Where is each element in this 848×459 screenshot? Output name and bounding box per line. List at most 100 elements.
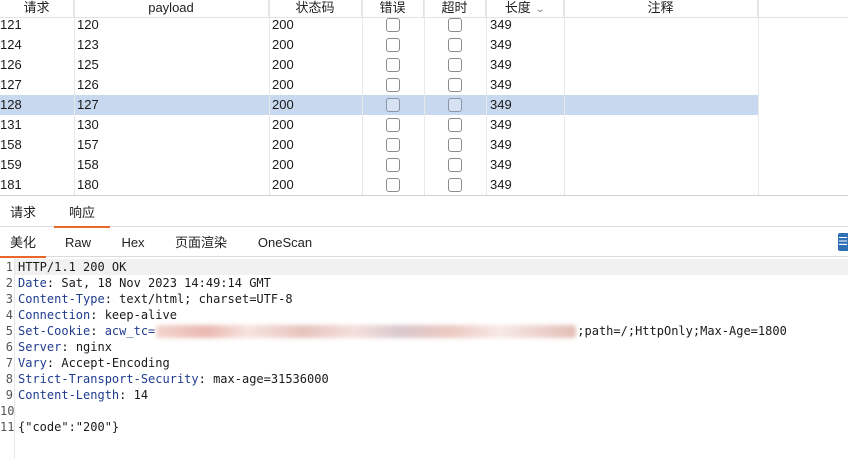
cell-request: 124 bbox=[0, 37, 22, 52]
tab-response[interactable]: 响应 bbox=[54, 201, 110, 228]
checkbox-timeout[interactable] bbox=[448, 58, 462, 72]
code-line: {"code":"200"} bbox=[18, 419, 119, 435]
tab-pretty[interactable]: 美化 bbox=[0, 231, 46, 258]
cell-payload: 157 bbox=[77, 137, 99, 152]
cell-payload: 126 bbox=[77, 77, 99, 92]
results-table: 请求 payload 状态码 错误 超时 长度 ⌄ 注释 121 120 200 349… bbox=[0, 0, 848, 196]
checkbox-error[interactable] bbox=[386, 98, 400, 112]
line-number: 6 bbox=[5, 340, 13, 354]
line-number: 10 bbox=[0, 404, 15, 418]
cell-payload: 127 bbox=[77, 97, 99, 112]
code-line: Set-Cookie: acw_tc= ;path=/;HttpOnly;Max-… bbox=[18, 324, 787, 338]
checkbox-error[interactable] bbox=[386, 158, 400, 172]
header-value: text/html; charset=UTF-8 bbox=[119, 292, 293, 306]
code-line: Vary: Accept-Encoding bbox=[18, 356, 170, 370]
header-value: keep-alive bbox=[104, 308, 177, 322]
line-number: 7 bbox=[5, 356, 13, 370]
checkbox-timeout[interactable] bbox=[448, 158, 462, 172]
header-name: Server bbox=[18, 340, 62, 354]
cell-payload: 158 bbox=[77, 157, 99, 172]
code-line: HTTP/1.1 200 OK bbox=[15, 259, 848, 275]
checkbox-error[interactable] bbox=[386, 38, 400, 52]
column-divider bbox=[486, 0, 487, 196]
cell-status: 200 bbox=[272, 97, 294, 112]
cell-payload: 130 bbox=[77, 117, 99, 132]
cell-payload: 125 bbox=[77, 57, 99, 72]
column-divider bbox=[758, 0, 759, 196]
header-value: max-age=31536000 bbox=[213, 372, 329, 386]
cell-length: 349 bbox=[490, 157, 512, 172]
column-divider bbox=[362, 0, 363, 196]
cell-request: 126 bbox=[0, 57, 22, 72]
tab-hex[interactable]: Hex bbox=[111, 231, 155, 257]
checkbox-timeout[interactable] bbox=[448, 78, 462, 92]
cell-request: 181 bbox=[0, 177, 22, 192]
splitter[interactable] bbox=[0, 195, 848, 196]
checkbox-timeout[interactable] bbox=[448, 118, 462, 132]
cell-length: 349 bbox=[490, 117, 512, 132]
checkbox-error[interactable] bbox=[386, 138, 400, 152]
header-value: 14 bbox=[133, 388, 149, 402]
checkbox-timeout[interactable] bbox=[448, 138, 462, 152]
checkbox-error[interactable] bbox=[386, 178, 400, 192]
cell-length: 349 bbox=[490, 17, 512, 32]
header-name: Vary bbox=[18, 356, 47, 370]
cell-length: 349 bbox=[490, 97, 512, 112]
panel-toggle-icon[interactable]: ☰ bbox=[838, 233, 848, 251]
cell-status: 200 bbox=[272, 157, 294, 172]
row-selection-highlight bbox=[0, 95, 758, 115]
header-name: Strict-Transport-Security bbox=[18, 372, 199, 386]
checkbox-error[interactable] bbox=[386, 118, 400, 132]
header-name: Content-Length bbox=[18, 388, 120, 402]
cell-length: 349 bbox=[490, 77, 512, 92]
header-value: Sat, 18 Nov 2023 14:49:14 GMT bbox=[61, 276, 271, 290]
cell-request: 158 bbox=[0, 137, 22, 152]
line-number: 9 bbox=[5, 388, 13, 402]
checkbox-timeout[interactable] bbox=[448, 98, 462, 112]
response-viewer[interactable]: 1 HTTP/1.1 200 OK 2 Date: Sat, 18 Nov 2023 … bbox=[0, 259, 848, 459]
tab-render[interactable]: 页面渲染 bbox=[166, 231, 236, 257]
cell-payload: 180 bbox=[77, 177, 99, 192]
cell-status: 200 bbox=[272, 57, 294, 72]
checkbox-error[interactable] bbox=[386, 78, 400, 92]
code-line: Content-Length: 14 bbox=[18, 388, 149, 402]
cell-status: 200 bbox=[272, 117, 294, 132]
checkbox-error[interactable] bbox=[386, 58, 400, 72]
header-value: ;path=/;HttpOnly;Max-Age=1800 bbox=[577, 324, 787, 338]
checkbox-error[interactable] bbox=[386, 18, 400, 32]
cell-length: 349 bbox=[490, 137, 512, 152]
header-value: Accept-Encoding bbox=[61, 356, 170, 370]
line-number: 3 bbox=[5, 292, 13, 306]
tab-request[interactable]: 请求 bbox=[3, 201, 43, 227]
cell-status: 200 bbox=[272, 137, 294, 152]
line-number: 11 bbox=[0, 420, 15, 434]
code-line: Date: Sat, 18 Nov 2023 14:49:14 GMT bbox=[18, 276, 271, 290]
column-divider bbox=[564, 0, 565, 196]
line-number: 5 bbox=[5, 324, 13, 338]
checkbox-timeout[interactable] bbox=[448, 38, 462, 52]
header-name: Content-Type bbox=[18, 292, 105, 306]
checkbox-timeout[interactable] bbox=[448, 178, 462, 192]
response-body: {"code":"200"} bbox=[18, 420, 120, 434]
line-number: 4 bbox=[5, 308, 13, 322]
header-name: Set-Cookie bbox=[18, 324, 91, 338]
cell-payload: 120 bbox=[77, 17, 99, 32]
message-tabs: 请求 响应 bbox=[0, 201, 848, 228]
cell-request: 159 bbox=[0, 157, 22, 172]
cell-status: 200 bbox=[272, 17, 294, 32]
header-value: acw_tc= bbox=[104, 324, 156, 338]
cell-length: 349 bbox=[490, 37, 512, 52]
column-divider bbox=[269, 0, 270, 196]
header-name: Date bbox=[18, 276, 47, 290]
cell-status: 200 bbox=[272, 37, 294, 52]
cell-request: 131 bbox=[0, 117, 22, 132]
cell-length: 349 bbox=[490, 177, 512, 192]
checkbox-timeout[interactable] bbox=[448, 18, 462, 32]
tab-onescan[interactable]: OneScan bbox=[248, 231, 322, 257]
cell-payload: 123 bbox=[77, 37, 99, 52]
tab-raw[interactable]: Raw bbox=[56, 231, 100, 257]
header-value: nginx bbox=[75, 340, 112, 354]
column-divider bbox=[424, 0, 425, 196]
cell-length: 349 bbox=[490, 57, 512, 72]
cell-request: 127 bbox=[0, 77, 22, 92]
